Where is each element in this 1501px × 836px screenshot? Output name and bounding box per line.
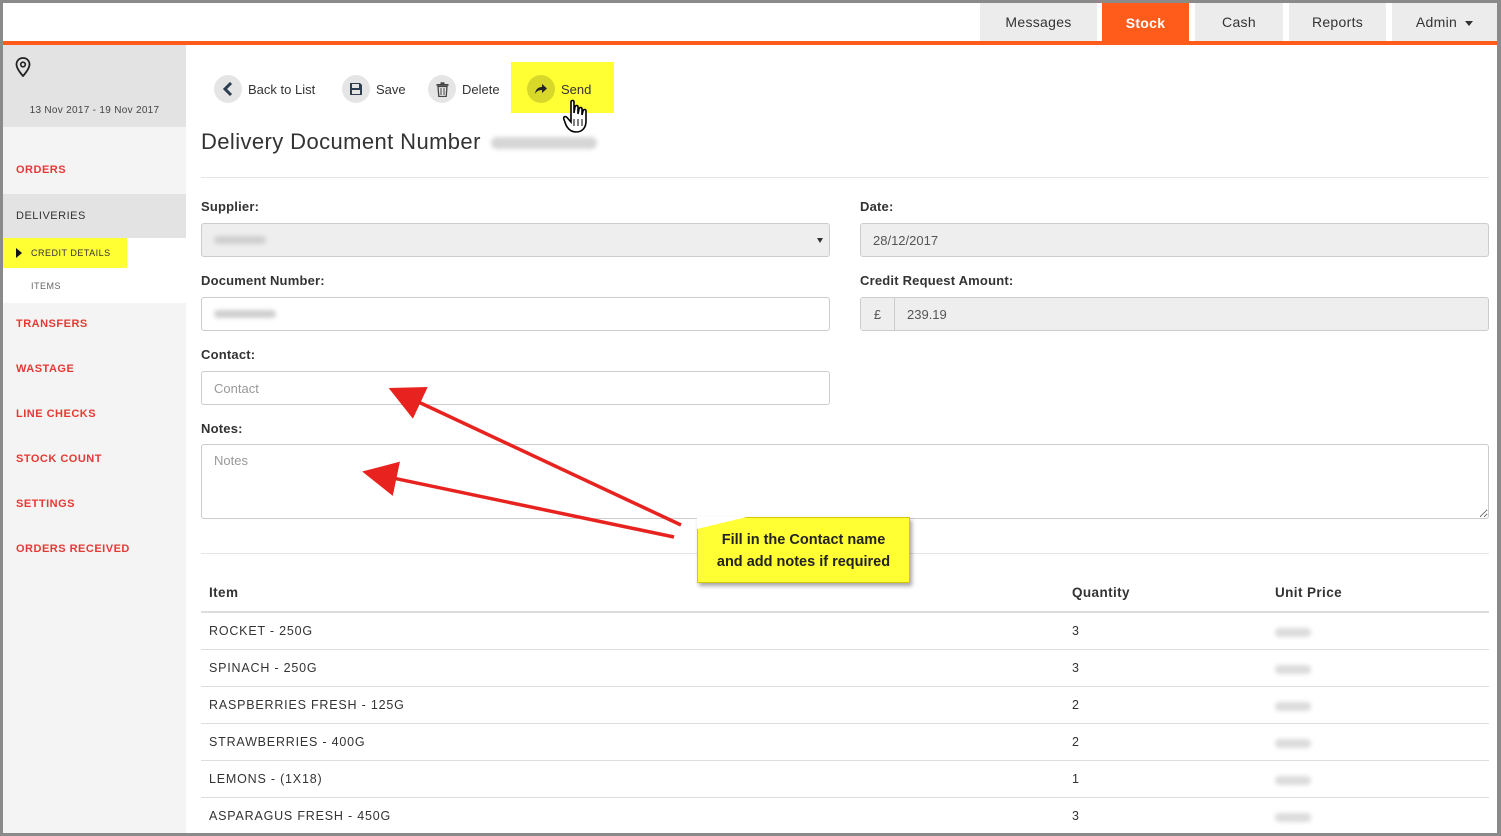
table-row: STRAWBERRIES - 400G 2	[201, 724, 1489, 761]
callout-line-2: and add notes if required	[716, 554, 891, 570]
table-row: LEMONS - (1X18) 1	[201, 761, 1489, 798]
redacted-unit-price	[1263, 693, 1325, 719]
item-quantity: 3	[1072, 661, 1080, 675]
instruction-callout: Fill in the Contact name and add notes i…	[697, 517, 910, 583]
column-header-item: Item	[209, 585, 239, 600]
table-row: ROCKET - 250G 3	[201, 613, 1489, 650]
column-header-quantity: Quantity	[1072, 585, 1130, 600]
callout-line-1: Fill in the Contact name	[721, 532, 886, 548]
table-row: ASPARAGUS FRESH - 450G 3	[201, 798, 1489, 833]
item-quantity: 3	[1072, 809, 1080, 823]
arrow-to-notes	[362, 461, 675, 539]
redacted-unit-price	[1263, 656, 1325, 682]
redacted-unit-price	[1263, 767, 1325, 793]
redacted-unit-price	[1263, 619, 1325, 645]
item-name: LEMONS - (1X18)	[209, 772, 323, 786]
item-quantity: 2	[1072, 735, 1080, 749]
item-name: ASPARAGUS FRESH - 450G	[209, 809, 391, 823]
item-quantity: 1	[1072, 772, 1080, 786]
item-name: ROCKET - 250G	[209, 624, 313, 638]
arrow-to-contact	[388, 387, 682, 527]
callout-fold	[697, 517, 747, 529]
item-name: RASPBERRIES FRESH - 125G	[209, 698, 405, 712]
item-quantity: 3	[1072, 624, 1080, 638]
table-row: SPINACH - 250G 3	[201, 650, 1489, 687]
item-quantity: 2	[1072, 698, 1080, 712]
redacted-unit-price	[1263, 804, 1325, 830]
item-name: SPINACH - 250G	[209, 661, 318, 675]
column-header-unit-price: Unit Price	[1275, 585, 1343, 600]
item-name: STRAWBERRIES - 400G	[209, 735, 366, 749]
redacted-unit-price	[1263, 730, 1325, 756]
app-window: Messages Stock Cash Reports Admin 13 Nov…	[0, 0, 1501, 836]
table-row: RASPBERRIES FRESH - 125G 2	[201, 687, 1489, 724]
